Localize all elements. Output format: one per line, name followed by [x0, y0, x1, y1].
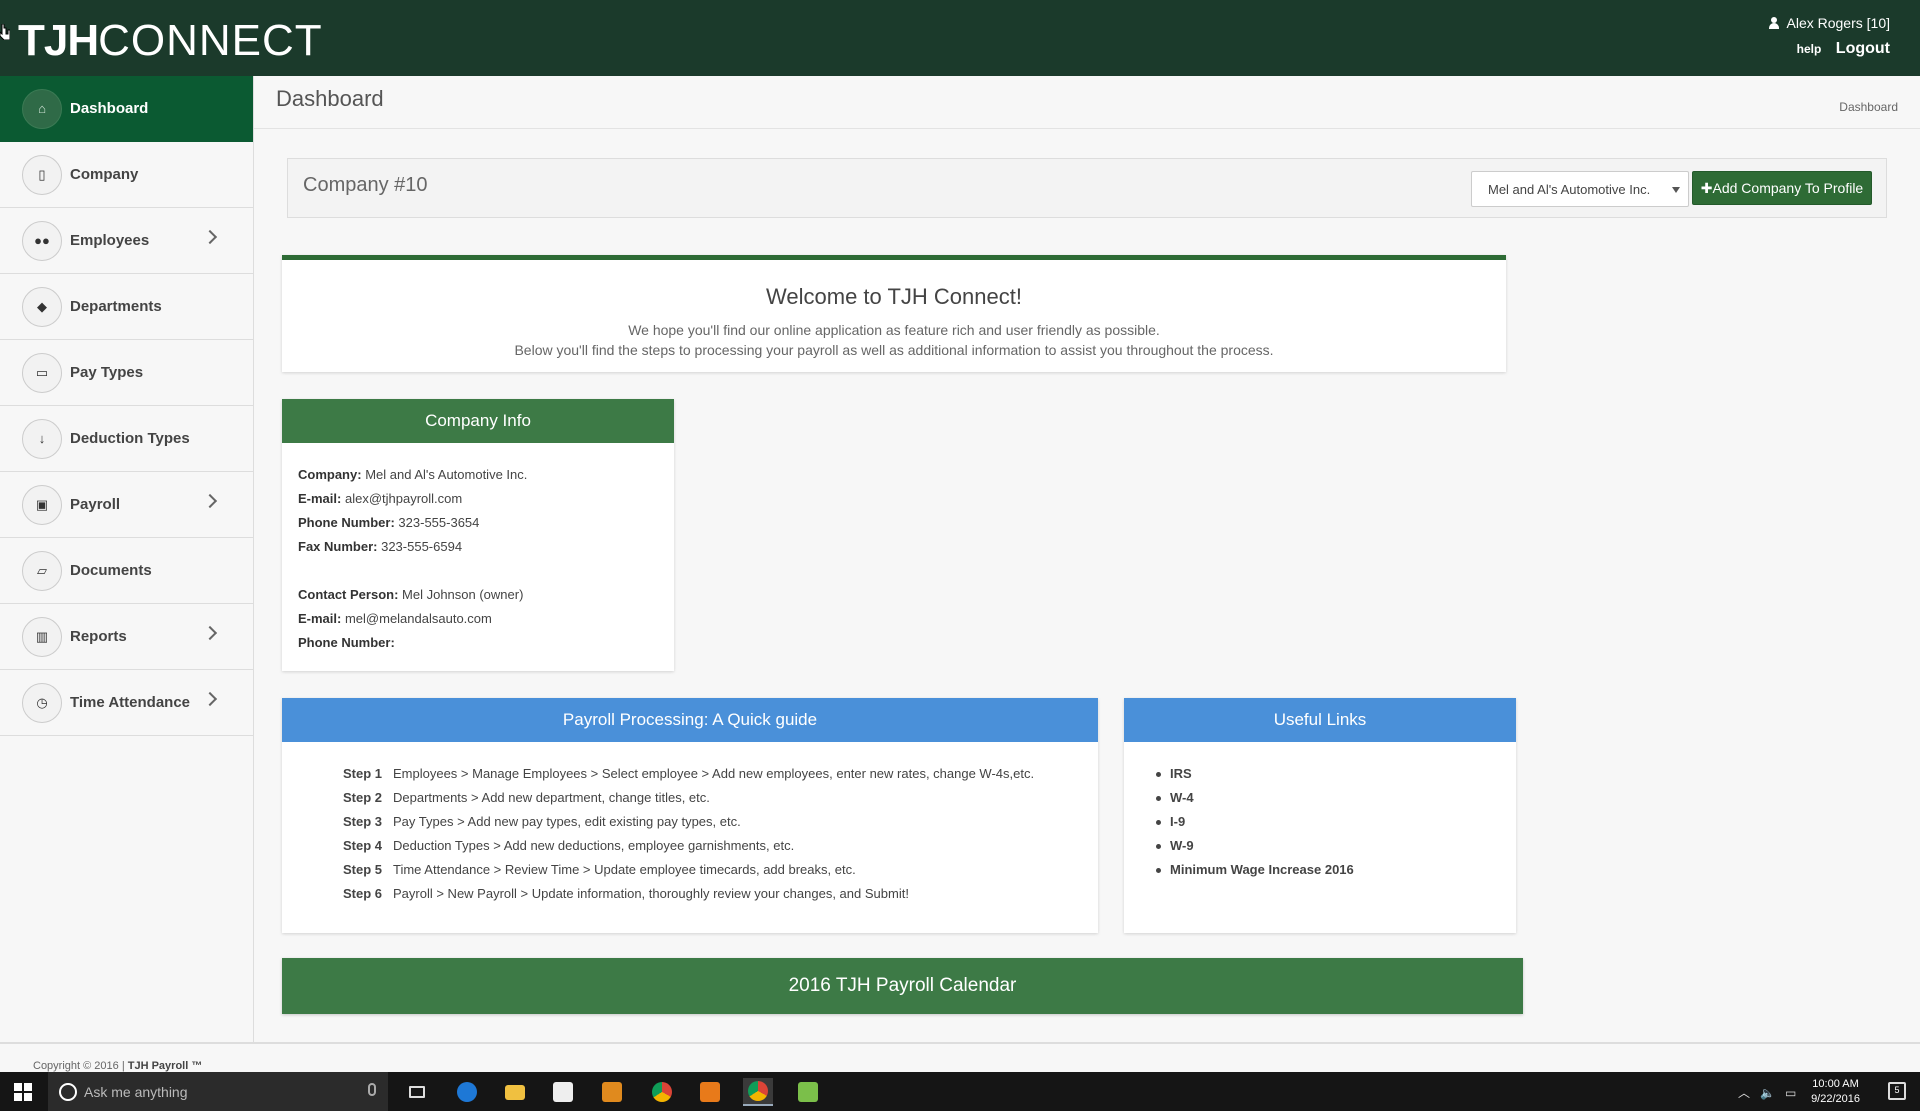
home-icon: ⌂	[22, 88, 62, 129]
mouse-cursor-icon	[0, 24, 10, 40]
breadcrumb[interactable]: Dashboard	[1839, 100, 1898, 114]
sidebar-item-dashboard[interactable]: ⌂ Dashboard	[0, 76, 253, 142]
chevron-right-icon	[202, 493, 218, 509]
tjh-connect-logo[interactable]: TJHCONNECT	[18, 16, 323, 66]
caret-down-icon	[1672, 187, 1680, 193]
page-title-bar: Dashboard Dashboard	[254, 76, 1920, 129]
notification-center-icon[interactable]: 5	[1888, 1082, 1906, 1100]
welcome-panel: Welcome to TJH Connect! We hope you'll f…	[282, 255, 1506, 372]
welcome-text: Below you'll find the steps to processin…	[514, 342, 1274, 358]
chevron-right-icon	[202, 625, 218, 641]
chrome-active-icon[interactable]	[743, 1078, 773, 1106]
sidebar-item-departments[interactable]: ◆ Departments	[0, 274, 253, 340]
windows-start-icon[interactable]	[14, 1083, 32, 1101]
sidebar-item-employees[interactable]: ●● Employees	[0, 208, 253, 274]
guide-step: Step 1 Employees > Manage Employees > Sel…	[343, 766, 1035, 781]
info-contact-email: E-mail: mel@melandalsauto.com	[298, 611, 492, 626]
info-contact-phone: Phone Number:	[298, 635, 395, 650]
link-w4[interactable]: W-4	[1156, 786, 1516, 810]
task-view-icon[interactable]	[402, 1078, 432, 1106]
useful-links-card: Useful Links IRS W-4 I-9 W-9 Minimum Wag…	[1124, 698, 1516, 933]
welcome-text: We hope you'll find our online applicati…	[628, 322, 1160, 338]
media-player-icon[interactable]	[695, 1078, 725, 1106]
sidebar-item-company[interactable]: ▯ Company	[0, 142, 253, 208]
sidebar-item-payroll[interactable]: ▣ Payroll	[0, 472, 253, 538]
copyright-text: Copyright © 2016 | TJH Payroll ™	[33, 1060, 203, 1072]
system-tray-icons[interactable]: ︿ 🔈 ▭	[1738, 1084, 1796, 1101]
folder-open-icon: ▱	[22, 550, 62, 591]
logout-link[interactable]: Logout	[1836, 40, 1890, 57]
clock-icon: ◷	[22, 682, 62, 723]
edge-browser-icon[interactable]	[452, 1078, 482, 1106]
bar-chart-icon: ▥	[22, 616, 62, 657]
payroll-guide-title: Payroll Processing: A Quick guide	[282, 698, 1098, 742]
microphone-icon	[368, 1083, 376, 1096]
company-bar: Company #10 Mel and Al's Automotive Inc.…	[287, 158, 1887, 218]
taskbar-clock[interactable]: 10:00 AM 9/22/2016	[1811, 1077, 1860, 1107]
top-header: TJHCONNECT Alex Rogers [10] help Logout	[0, 0, 1920, 76]
user-name[interactable]: Alex Rogers [10]	[1768, 14, 1890, 32]
payroll-guide-card: Payroll Processing: A Quick guide Step 1…	[282, 698, 1098, 933]
info-company: Company: Mel and Al's Automotive Inc.	[298, 467, 528, 482]
money-icon: ▣	[22, 484, 62, 525]
arrow-down-icon: ↓	[22, 418, 62, 459]
add-company-button[interactable]: ✚Add Company To Profile	[1692, 171, 1872, 205]
sidebar-item-time-attendance[interactable]: ◷ Time Attendance	[0, 670, 253, 736]
company-info-card: Company Info Company: Mel and Al's Autom…	[282, 399, 674, 671]
outlook-icon[interactable]	[597, 1078, 627, 1106]
credit-card-icon: ▭	[22, 352, 62, 393]
payroll-calendar-header[interactable]: 2016 TJH Payroll Calendar	[282, 958, 1523, 1014]
company-info-title: Company Info	[282, 399, 674, 443]
guide-step: Step 5 Time Attendance > Review Time > Up…	[343, 862, 856, 877]
user-icon	[1768, 17, 1779, 29]
sidebar-nav: ⌂ Dashboard ▯ Company ●● Employees ◆ Dep…	[0, 76, 254, 1042]
tags-icon: ◆	[22, 286, 62, 327]
sidebar-item-reports[interactable]: ▥ Reports	[0, 604, 253, 670]
help-link[interactable]: help	[1797, 42, 1822, 56]
store-icon[interactable]	[548, 1078, 578, 1106]
building-icon: ▯	[22, 154, 62, 195]
company-select[interactable]: Mel and Al's Automotive Inc.	[1471, 171, 1689, 207]
useful-links-title: Useful Links	[1124, 698, 1516, 742]
chrome-icon[interactable]	[647, 1078, 677, 1106]
sidebar-item-documents[interactable]: ▱ Documents	[0, 538, 253, 604]
chevron-right-icon	[202, 229, 218, 245]
company-title: Company #10	[303, 174, 428, 196]
info-phone: Phone Number: 323-555-3654	[298, 515, 480, 530]
link-i9[interactable]: I-9	[1156, 810, 1516, 834]
user-menu: Alex Rogers [10] help Logout	[1768, 14, 1890, 58]
guide-step: Step 3 Pay Types > Add new pay types, edi…	[343, 814, 741, 829]
users-icon: ●●	[22, 220, 62, 261]
info-fax: Fax Number: 323-555-6594	[298, 539, 463, 554]
link-minimum-wage[interactable]: Minimum Wage Increase 2016	[1156, 858, 1516, 882]
taskbar-search-box[interactable]: Ask me anything	[48, 1072, 388, 1111]
spreadsheet-icon[interactable]	[793, 1078, 823, 1106]
guide-step: Step 2 Departments > Add new department, …	[343, 790, 710, 805]
info-contact-person: Contact Person: Mel Johnson (owner)	[298, 587, 524, 602]
page-footer: Copyright © 2016 | TJH Payroll ™	[0, 1042, 1920, 1072]
sidebar-item-deduction-types[interactable]: ↓ Deduction Types	[0, 406, 253, 472]
plus-icon: ✚	[1700, 180, 1713, 196]
guide-step: Step 4 Deduction Types > Add new deductio…	[343, 838, 795, 853]
windows-taskbar: Ask me anything ︿ 🔈 ▭ 10:00 AM 9/22/2016…	[0, 1072, 1920, 1111]
file-explorer-icon[interactable]	[500, 1078, 530, 1106]
chevron-right-icon	[202, 691, 218, 707]
page-title: Dashboard	[276, 86, 384, 111]
link-irs[interactable]: IRS	[1156, 762, 1516, 786]
cortana-icon	[59, 1083, 77, 1101]
guide-step: Step 6 Payroll > New Payroll > Update inf…	[343, 886, 909, 901]
info-email: E-mail: alex@tjhpayroll.com	[298, 491, 463, 506]
link-w9[interactable]: W-9	[1156, 834, 1516, 858]
welcome-heading: Welcome to TJH Connect!	[766, 284, 1022, 309]
sidebar-item-pay-types[interactable]: ▭ Pay Types	[0, 340, 253, 406]
